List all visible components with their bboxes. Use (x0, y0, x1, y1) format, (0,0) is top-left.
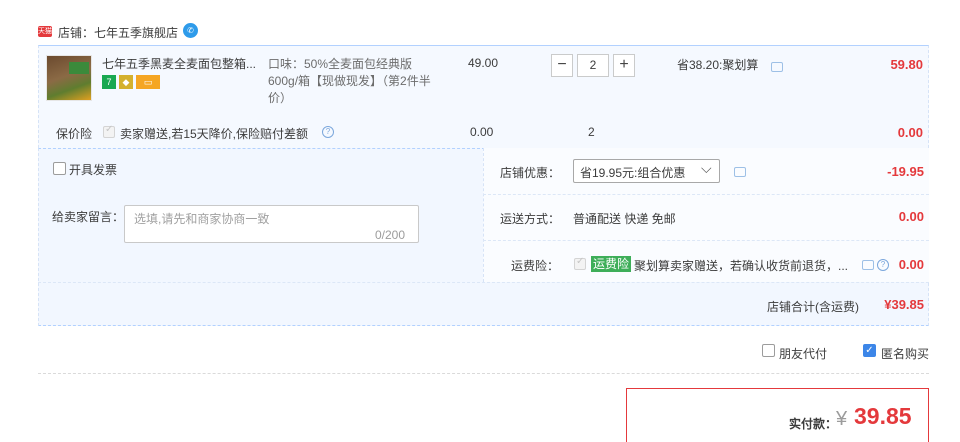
shop-total-amount: ¥39.85 (884, 297, 924, 312)
credit-card-icon: ▭ (136, 75, 160, 89)
message-char-count: 0/200 (375, 228, 406, 242)
item-subtotal: 59.80 (890, 57, 923, 72)
shipping-insurance-label: 运费险： (511, 259, 560, 273)
shipping-method: 普通配送 快递 免邮 (573, 212, 676, 226)
shipping-insurance-checkbox (574, 256, 586, 270)
shipping-label: 运送方式： (500, 212, 561, 226)
help-icon[interactable]: ? (877, 259, 889, 271)
friend-pay-label[interactable]: 朋友代付 (779, 345, 827, 362)
price-insurance-label: 保价险 (56, 127, 93, 141)
shop-total-label: 店铺合计(含运费) (767, 300, 859, 314)
divider (38, 282, 929, 283)
quantity-decrease-button[interactable]: − (551, 54, 573, 77)
seven-day-return-icon: 7 (102, 75, 116, 89)
wangwang-chat-icon[interactable]: ✆ (183, 23, 198, 38)
friend-pay-checkbox[interactable] (762, 344, 775, 357)
shipping-insurance-text: 聚划算卖家赠送，若确认收货前退货，... (634, 259, 849, 273)
tmall-badge-icon: 天猫 (38, 26, 52, 37)
quantity-increase-button[interactable]: + (613, 54, 635, 77)
divider (38, 373, 929, 374)
shipping-insurance-badge: 运费险 (591, 256, 632, 272)
anonymous-purchase-label[interactable]: 匿名购买 (881, 345, 929, 362)
payment-label: 实付款： (789, 417, 838, 431)
message-placeholder: 选填,请先和商家协商一致 (134, 212, 270, 226)
anonymous-purchase-checkbox[interactable]: ✓ (863, 344, 876, 357)
price-insurance-checkbox (103, 124, 115, 138)
divider (483, 240, 929, 241)
invoice-label[interactable]: 开具发票 (69, 161, 117, 178)
currency-symbol: ¥ (836, 408, 848, 430)
shipping-amount: 0.00 (898, 209, 924, 224)
message-label: 给卖家留言： (52, 210, 125, 224)
shop-discount-amount: -19.95 (887, 164, 924, 179)
product-title[interactable]: 七年五季黑麦全麦面包整箱... (102, 56, 262, 72)
saving-info: 省38.20:聚划算 (677, 58, 759, 72)
help-icon[interactable]: ? (322, 126, 334, 138)
comment-icon[interactable] (771, 62, 783, 72)
product-thumbnail[interactable] (46, 55, 92, 101)
shop-discount-label: 店铺优惠： (500, 166, 561, 180)
price-insurance-text: 卖家赠送,若15天降价,保险赔付差额 (120, 127, 309, 141)
comment-icon[interactable] (862, 260, 874, 270)
shop-discount-value[interactable]: 省19.95元:组合优惠 (580, 164, 685, 181)
divider (483, 194, 929, 195)
invoice-checkbox[interactable] (53, 162, 66, 175)
comment-icon[interactable] (734, 167, 746, 177)
payment-amount: 39.85 (854, 403, 912, 429)
price-insurance-qty: 2 (588, 125, 595, 139)
quantity-input[interactable]: 2 (577, 54, 609, 77)
product-sku: 口味：50%全麦面包经典版 600g/箱【现做现发】（第2件半价） (268, 57, 431, 105)
shipping-insurance-amount: 0.00 (898, 257, 924, 272)
unit-price: 49.00 (468, 56, 499, 70)
shop-name[interactable]: 店铺：七年五季旗舰店 (58, 24, 178, 41)
chevron-down-icon[interactable]: ⌵ (701, 160, 712, 177)
price-insurance-subtotal: 0.00 (897, 125, 923, 140)
guarantee-shield-icon: ◆ (119, 75, 133, 89)
price-insurance-price: 0.00 (470, 125, 494, 139)
